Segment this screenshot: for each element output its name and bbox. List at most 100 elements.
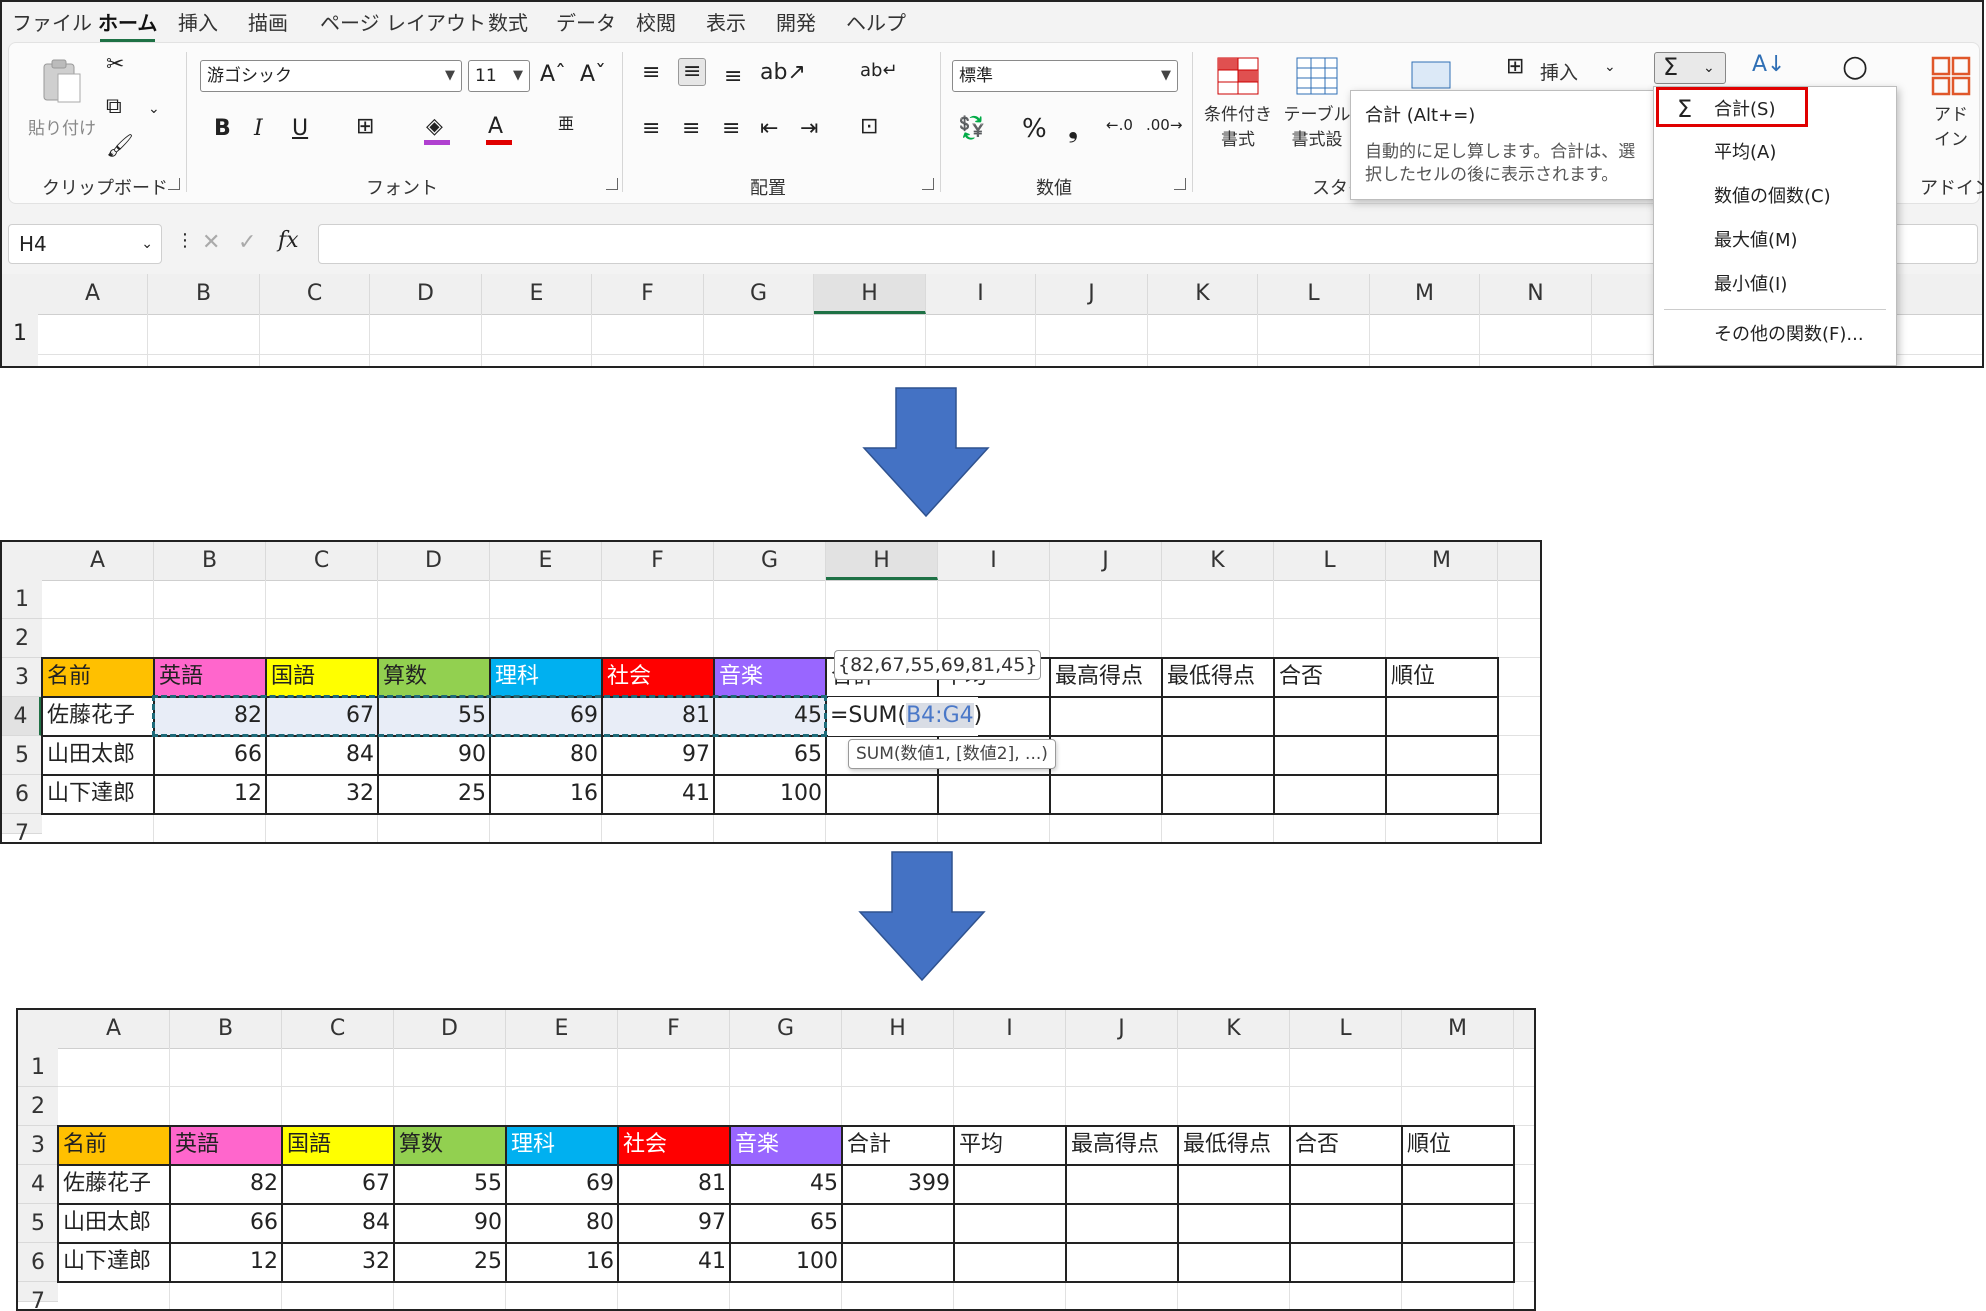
tab-help[interactable]: ヘルプ <box>846 7 906 36</box>
tab-insert[interactable]: 挿入 <box>178 7 218 36</box>
range-selection[interactable] <box>152 695 827 737</box>
header-cell[interactable]: 英語 <box>154 658 266 697</box>
score-cell[interactable]: 16 <box>506 1243 618 1282</box>
menu-item-average[interactable]: 平均(A) <box>1654 133 1896 173</box>
tab-data[interactable]: データ <box>556 7 616 36</box>
column-header[interactable]: K <box>1148 274 1258 314</box>
font-size-select[interactable]: 11 ▼ <box>468 60 530 92</box>
header-cell[interactable]: 算数 <box>394 1126 506 1165</box>
column-header[interactable]: E <box>506 1010 618 1048</box>
column-header[interactable]: F <box>602 542 714 580</box>
row-header[interactable]: 7 <box>18 1282 58 1309</box>
column-header[interactable]: I <box>926 274 1036 314</box>
column-header[interactable]: C <box>260 274 370 314</box>
score-cell[interactable]: 82 <box>170 1165 282 1204</box>
column-header[interactable]: F <box>618 1010 730 1048</box>
row-header[interactable]: 5 <box>2 736 42 775</box>
format-as-table-button[interactable]: テーブル 書式設 <box>1282 56 1352 160</box>
column-header[interactable]: J <box>1050 542 1162 580</box>
column-header[interactable]: E <box>490 542 602 580</box>
borders-icon[interactable]: ⊞ <box>356 116 374 138</box>
align-right-icon[interactable]: ≡ <box>722 118 740 140</box>
grow-font-icon[interactable]: Aˆ <box>540 64 566 86</box>
column-header[interactable]: H <box>814 274 926 314</box>
column-header[interactable]: M <box>1370 274 1480 314</box>
header-cell[interactable]: 国語 <box>266 658 378 697</box>
column-header[interactable]: L <box>1290 1010 1402 1048</box>
row-header[interactable]: 1 <box>2 314 38 354</box>
score-cell[interactable]: 81 <box>618 1165 730 1204</box>
score-cell[interactable]: 41 <box>602 775 714 814</box>
name-cell[interactable]: 山下達郎 <box>42 775 154 814</box>
row-header[interactable]: 3 <box>2 658 42 697</box>
merge-center-icon[interactable]: ⊡ <box>860 116 878 138</box>
score-cell[interactable]: 25 <box>394 1243 506 1282</box>
header-cell[interactable]: 平均 <box>954 1126 1066 1165</box>
menu-item-max[interactable]: 最大値(M) <box>1654 221 1896 261</box>
column-header[interactable]: I <box>938 542 1050 580</box>
score-cell[interactable]: 66 <box>154 736 266 775</box>
tab-developer[interactable]: 開発 <box>776 7 816 36</box>
font-launcher-icon[interactable] <box>606 178 618 190</box>
name-cell[interactable]: 佐藤花子 <box>42 697 154 736</box>
align-left-icon[interactable]: ≡ <box>642 118 660 140</box>
menu-item-count[interactable]: 数値の個数(C) <box>1654 177 1896 217</box>
tab-file[interactable]: ファイル <box>12 7 92 36</box>
header-cell[interactable]: 音楽 <box>714 658 826 697</box>
column-header[interactable]: H <box>826 542 938 580</box>
column-header[interactable]: D <box>378 542 490 580</box>
score-cell[interactable]: 66 <box>170 1204 282 1243</box>
conditional-format-button[interactable]: 条件付き 書式 <box>1202 56 1274 160</box>
score-cell[interactable]: 16 <box>490 775 602 814</box>
sum-result-cell[interactable]: 399 <box>842 1165 954 1204</box>
comma-icon[interactable]: ❟ <box>1068 116 1078 142</box>
score-cell[interactable]: 69 <box>506 1165 618 1204</box>
score-cell[interactable]: 67 <box>282 1165 394 1204</box>
insert-function-icon[interactable]: fx <box>278 230 299 252</box>
column-header[interactable]: B <box>170 1010 282 1048</box>
column-header[interactable]: I <box>954 1010 1066 1048</box>
currency-icon[interactable]: 💱 <box>958 118 985 140</box>
score-cell[interactable]: 90 <box>378 736 490 775</box>
percent-icon[interactable]: % <box>1022 116 1047 142</box>
menu-item-sum[interactable]: Σ 合計(S) <box>1656 87 1808 127</box>
score-cell[interactable]: 65 <box>714 736 826 775</box>
increase-decimal-icon[interactable]: ←.0 <box>1106 118 1133 133</box>
score-cell[interactable]: 41 <box>618 1243 730 1282</box>
enter-icon[interactable]: ✓ <box>238 232 256 254</box>
header-cell[interactable]: 社会 <box>602 658 714 697</box>
name-box[interactable]: H4 ⌄ <box>8 224 162 264</box>
column-header[interactable]: A <box>38 274 148 314</box>
font-name-select[interactable]: 游ゴシック ▼ <box>200 60 462 92</box>
score-cell[interactable]: 12 <box>154 775 266 814</box>
find-select-icon[interactable]: ○ <box>1842 52 1868 82</box>
row-header[interactable]: 2 <box>18 1087 58 1126</box>
align-center-icon[interactable]: ≡ <box>682 118 700 140</box>
column-header[interactable]: E <box>482 274 592 314</box>
column-header[interactable]: L <box>1258 274 1370 314</box>
wrap-text-icon[interactable]: ab↵ <box>860 62 898 80</box>
header-cell[interactable]: 英語 <box>170 1126 282 1165</box>
score-cell[interactable]: 32 <box>266 775 378 814</box>
column-header[interactable]: H <box>842 1010 954 1048</box>
header-cell[interactable]: 国語 <box>282 1126 394 1165</box>
column-header[interactable]: G <box>704 274 814 314</box>
name-cell[interactable]: 山田太郎 <box>58 1204 170 1243</box>
menu-item-more-functions[interactable]: その他の関数(F)... <box>1654 315 1896 355</box>
tab-page-layout[interactable]: ページ レイアウト <box>320 7 486 36</box>
header-cell[interactable]: 最高得点 <box>1050 658 1162 697</box>
formula-edit-cell[interactable]: =SUM(B4:G4) <box>828 697 982 736</box>
column-header[interactable]: B <box>148 274 260 314</box>
header-cell[interactable]: 理科 <box>490 658 602 697</box>
increase-indent-icon[interactable]: ⇥ <box>800 118 818 140</box>
column-header[interactable]: A <box>58 1010 170 1048</box>
column-header[interactable]: K <box>1162 542 1274 580</box>
name-cell[interactable]: 佐藤花子 <box>58 1165 170 1204</box>
align-bottom-icon[interactable]: ≡ <box>724 66 742 88</box>
align-top-icon[interactable]: ≡ <box>642 62 660 84</box>
header-cell[interactable]: 合計 <box>842 1126 954 1165</box>
header-cell[interactable]: 合否 <box>1274 658 1386 697</box>
decrease-indent-icon[interactable]: ⇤ <box>760 118 778 140</box>
align-middle-icon[interactable]: ≡ <box>678 58 707 86</box>
score-cell[interactable]: 65 <box>730 1204 842 1243</box>
